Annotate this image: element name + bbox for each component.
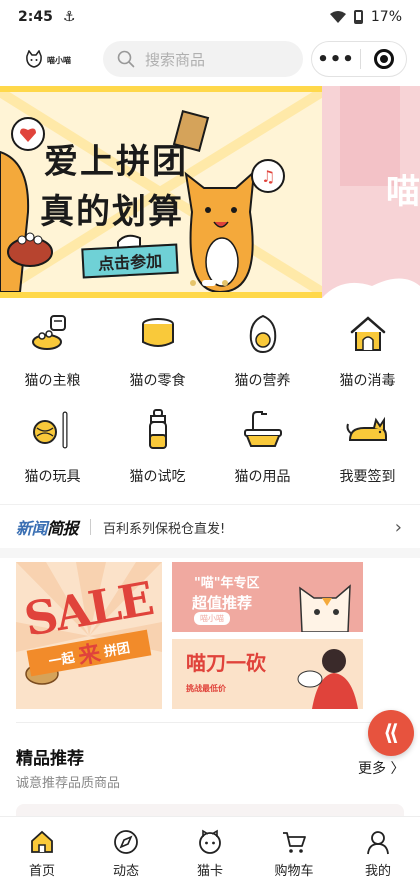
promo-bargain[interactable]: 喵刀一砍 挑战最低价 xyxy=(172,639,363,709)
promo-zone-subtitle: 超值推荐 xyxy=(192,594,253,612)
category-label: 猫の用品 xyxy=(234,469,291,485)
profile-icon xyxy=(367,831,389,855)
wifi-icon xyxy=(329,11,346,23)
promo-strip-b: 拼团 xyxy=(102,640,132,660)
promo-group-buy-sale[interactable]: SALE 一起 来 拼团 xyxy=(16,562,162,709)
search-input[interactable]: 搜索商品 xyxy=(103,41,303,77)
bathtub-icon xyxy=(243,411,282,447)
battery-icon xyxy=(353,10,363,24)
banner-carousel[interactable]: ♫ 爱上拼团 真的划算 点击参加 喵 xyxy=(0,86,420,298)
section-divider xyxy=(16,722,404,723)
recommend-subtitle: 诚意推荐品质商品 xyxy=(16,776,121,791)
recommend-more-link[interactable]: 更多 〉 xyxy=(358,758,404,778)
carousel-dot xyxy=(222,280,228,286)
chevrons-left-icon: ⟪ xyxy=(383,720,399,746)
more-menu-button[interactable]: ••• xyxy=(312,49,360,70)
promo-bargain-subtitle: 挑战最低价 xyxy=(186,684,226,693)
feeding-bottle-icon xyxy=(148,409,167,449)
target-icon xyxy=(373,49,394,69)
cat-logo-icon xyxy=(26,50,42,68)
status-time: 2:45 xyxy=(18,9,53,25)
compass-icon xyxy=(114,830,138,854)
banner-slide-group-buy[interactable]: ♫ 爱上拼团 真的划算 点击参加 xyxy=(0,86,322,298)
app-header: 喵小喵 搜索商品 ••• xyxy=(0,40,420,80)
tab-profile[interactable]: 我的 xyxy=(336,817,420,887)
tab-label: 购物车 xyxy=(274,864,314,879)
promo-strip-big: 来 xyxy=(76,641,103,670)
carousel-dot-active xyxy=(202,280,216,286)
banner-join-button[interactable]: 点击参加 xyxy=(81,243,179,279)
category-label: 猫の营养 xyxy=(234,373,291,389)
category-label: 猫の消毒 xyxy=(339,373,396,389)
snack-can-icon xyxy=(141,318,174,347)
cat-house-icon xyxy=(350,316,385,351)
egg-icon xyxy=(249,314,276,354)
status-bar: 2:45 ⚓ 17% xyxy=(0,0,420,34)
cat-sign-in-icon xyxy=(346,416,387,441)
tab-label: 动态 xyxy=(112,864,139,879)
category-item-checkin[interactable]: 我要签到 xyxy=(315,408,420,488)
close-miniprogram-button[interactable] xyxy=(361,49,406,69)
news-brand: 新闻简报 xyxy=(16,515,79,539)
banner-title-line1: 爱上拼团 xyxy=(44,142,188,182)
category-item-nutrition[interactable]: 猫の营养 xyxy=(210,312,315,392)
category-label: 猫の主粮 xyxy=(24,373,81,389)
news-divider xyxy=(90,519,92,535)
tab-label: 猫卡 xyxy=(196,864,223,879)
promo-new-year-zone[interactable]: "喵"年专区 超值推荐 喵小喵 xyxy=(172,562,363,632)
promo-bargain-title: 喵刀一砍 xyxy=(186,651,266,675)
battery-percent: 17% xyxy=(370,9,402,25)
yarn-ball-bone-icon xyxy=(32,411,67,449)
cat-food-bowl-icon xyxy=(31,315,66,350)
cat-card-icon xyxy=(199,829,221,854)
news-brand-part2: 简报 xyxy=(47,519,79,538)
category-item-toys[interactable]: 猫の玩具 xyxy=(0,408,105,488)
floating-action-button[interactable]: ⟪ xyxy=(368,710,414,756)
category-label: 我要签到 xyxy=(339,469,396,485)
recommend-title: 精品推荐 xyxy=(16,749,84,769)
tab-cart[interactable]: 购物车 xyxy=(252,817,336,887)
promo-zone-title: "喵"年专区 xyxy=(194,576,260,591)
category-item-disinfect[interactable]: 猫の消毒 xyxy=(315,312,420,392)
chevron-right-icon: › xyxy=(394,517,402,538)
category-item-food[interactable]: 猫の主粮 xyxy=(0,312,105,392)
tab-cat-card[interactable]: 猫卡 xyxy=(168,817,252,887)
promo-strip-a: 一起 xyxy=(47,650,76,670)
cart-icon xyxy=(283,832,306,853)
status-right: 17% xyxy=(329,9,402,25)
banner-slide-next[interactable]: 喵 xyxy=(322,86,420,298)
carousel-indicator xyxy=(190,280,228,286)
search-icon xyxy=(117,50,135,68)
banner-next-title: 喵 xyxy=(386,172,420,212)
banner-title-line2: 真的划算 xyxy=(40,192,184,232)
category-item-supplies[interactable]: 猫の用品 xyxy=(210,408,315,488)
news-ticker[interactable]: 新闻简报 百利系列保税仓直发! › xyxy=(0,510,420,544)
home-icon xyxy=(31,830,53,853)
tab-label: 我的 xyxy=(364,864,391,879)
bottom-tab-bar: 首页 动态 猫卡 购物车 我的 xyxy=(0,816,420,887)
section-divider xyxy=(0,504,420,505)
miniprogram-capsule: ••• xyxy=(311,41,407,77)
category-label: 猫の试吃 xyxy=(129,469,186,485)
category-item-trial[interactable]: 猫の试吃 xyxy=(105,408,210,488)
anchor-icon: ⚓ xyxy=(62,9,76,25)
search-placeholder: 搜索商品 xyxy=(145,50,206,69)
svg-text:♫: ♫ xyxy=(261,167,275,186)
section-gap xyxy=(0,548,420,558)
app-logo[interactable]: 喵小喵 xyxy=(24,46,74,74)
category-label: 猫の玩具 xyxy=(24,469,81,485)
carousel-dot xyxy=(190,280,196,286)
promo-zone-pill: 喵小喵 xyxy=(194,612,230,625)
tab-home[interactable]: 首页 xyxy=(0,817,84,887)
tab-feed[interactable]: 动态 xyxy=(84,817,168,887)
tab-label: 首页 xyxy=(28,864,55,879)
category-item-snack[interactable]: 猫の零食 xyxy=(105,312,210,392)
logo-text: 喵小喵 xyxy=(47,55,71,65)
news-brand-part1: 新闻 xyxy=(16,519,48,538)
news-headline: 百利系列保税仓直发! xyxy=(103,521,226,537)
category-label: 猫の零食 xyxy=(129,373,186,389)
